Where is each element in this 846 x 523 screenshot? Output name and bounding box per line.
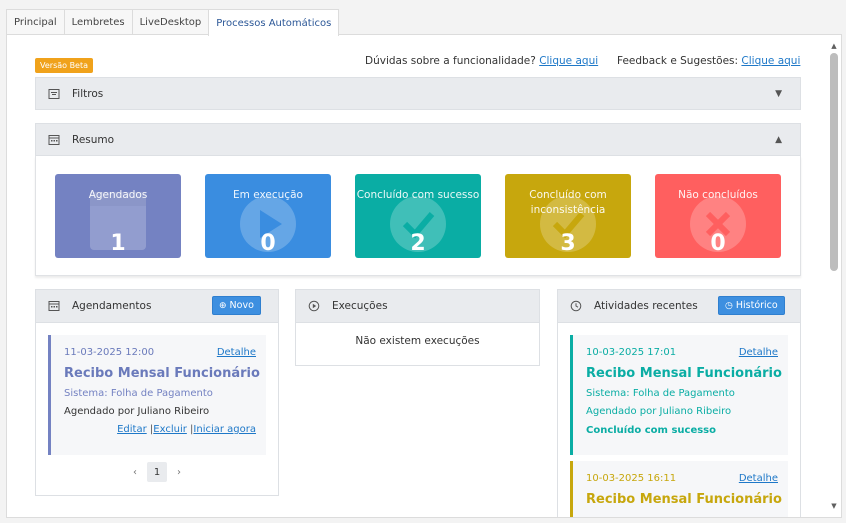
content-frame: Versão Beta Dúvidas sobre a funcionalida… — [6, 34, 842, 518]
help-feedback: Feedback e Sugestões: Clique aqui — [617, 55, 800, 67]
clock-icon: ◷ — [725, 300, 733, 311]
recent-activities-panel: Atividades recentes ◷ Histórico 10-03-20… — [557, 289, 801, 517]
activity-system: Sistema: Folha de Pagamento — [586, 388, 735, 399]
summary-card-label: Concluído com sucesso — [356, 189, 480, 201]
activity-title: Recibo Mensal Funcionário — [586, 492, 782, 507]
help-feedback-text: Feedback e Sugestões: — [617, 55, 739, 67]
activity-item: 10-03-2025 16:11 Detalhe Recibo Mensal F… — [570, 461, 788, 517]
edit-link[interactable]: Editar — [117, 424, 147, 435]
chevron-right-icon[interactable]: › — [177, 467, 181, 478]
scrollbar-thumb[interactable] — [830, 53, 838, 271]
summary-card-not-completed[interactable]: Não concluídos 0 — [655, 174, 781, 258]
delete-link[interactable]: Excluir — [153, 424, 187, 435]
activity-item: 10-03-2025 17:01 Detalhe Recibo Mensal F… — [570, 335, 788, 455]
summary-card-label: Não concluídos — [678, 189, 758, 201]
schedule-item: 11-03-2025 12:00 Detalhe Recibo Mensal F… — [48, 335, 266, 455]
history-label: Histórico — [735, 300, 778, 311]
activity-detail-link[interactable]: Detalhe — [739, 473, 778, 484]
history-button[interactable]: ◷ Histórico — [718, 296, 785, 315]
help-doubts-link[interactable]: Clique aqui — [539, 55, 598, 67]
summary-card-inconsistency[interactable]: Concluído com inconsistência 3 — [505, 174, 631, 258]
summary-card-success[interactable]: Concluído com sucesso 2 — [355, 174, 481, 258]
recent-activities-title: Atividades recentes — [594, 300, 698, 312]
clock-icon — [570, 300, 582, 312]
summary-card-value: 3 — [560, 231, 576, 256]
summary-card-running[interactable]: Em execução 0 — [205, 174, 331, 258]
executions-panel: Execuções Não existem execuções — [295, 289, 540, 366]
schedules-title: Agendamentos — [72, 300, 152, 312]
summary-card-label: Em execução — [233, 189, 303, 201]
help-feedback-link[interactable]: Clique aqui — [741, 55, 800, 67]
scroll-down-icon[interactable]: ▼ — [827, 499, 841, 513]
summary-card-label: Concluído com inconsistência — [529, 189, 607, 216]
filter-icon — [48, 88, 60, 99]
activity-title: Recibo Mensal Funcionário — [586, 366, 782, 381]
vertical-scrollbar[interactable]: ▲ ▼ — [827, 35, 841, 517]
help-doubts: Dúvidas sobre a funcionalidade? Clique a… — [365, 55, 598, 67]
schedule-scheduled-by: Agendado por Juliano Ribeiro — [64, 406, 210, 417]
summary-card-label: Agendados — [88, 189, 148, 201]
executions-empty-message: Não existem execuções — [355, 335, 480, 347]
schedule-system: Sistema: Folha de Pagamento — [64, 388, 213, 399]
summary-body: Agendados 1 Em execução 0 Concluído com … — [35, 156, 801, 276]
beta-badge: Versão Beta — [35, 58, 94, 73]
pagination: ‹ 1 › — [36, 462, 278, 482]
caret-up-icon[interactable]: ▲ — [775, 135, 782, 145]
plus-circle-icon: ⊕ — [219, 300, 227, 311]
summary-card-value: 0 — [710, 231, 726, 256]
tab-processos-automaticos[interactable]: Processos Automáticos — [208, 9, 340, 36]
calendar-icon — [48, 301, 60, 311]
schedule-date: 11-03-2025 12:00 — [64, 347, 155, 358]
tab-bar: Principal Lembretes LiveDesktop Processo… — [6, 9, 340, 36]
summary-card-value: 2 — [410, 231, 426, 256]
summary-card-value: 0 — [260, 231, 276, 256]
summary-card-scheduled[interactable]: Agendados 1 — [55, 174, 181, 258]
summary-card-value: 1 — [110, 231, 126, 256]
summary-title: Resumo — [72, 133, 115, 146]
chevron-left-icon[interactable]: ‹ — [133, 467, 137, 478]
caret-down-icon[interactable]: ▼ — [775, 89, 782, 99]
activity-scheduled-by: Agendado por Juliano Ribeiro — [586, 406, 732, 417]
new-schedule-label: Novo — [229, 300, 254, 311]
schedule-title: Recibo Mensal Funcionário — [64, 366, 260, 381]
page-number[interactable]: 1 — [147, 462, 167, 482]
new-schedule-button[interactable]: ⊕ Novo — [212, 296, 261, 315]
tab-lembretes[interactable]: Lembretes — [63, 9, 133, 34]
tab-principal[interactable]: Principal — [6, 9, 65, 34]
activity-status: Concluído com sucesso — [586, 425, 716, 436]
schedule-actions: Editar |Excluir |Iniciar agora — [117, 424, 256, 435]
tab-livedesktop[interactable]: LiveDesktop — [131, 9, 210, 34]
summary-panel-header[interactable]: Resumo ▲ — [35, 123, 801, 156]
schedules-panel: Agendamentos ⊕ Novo 11-03-2025 12:00 Det… — [35, 289, 279, 496]
schedule-detail-link[interactable]: Detalhe — [217, 347, 256, 358]
recent-activities-header: Atividades recentes ◷ Histórico — [558, 290, 800, 323]
play-circle-icon — [308, 300, 320, 312]
filters-title: Filtros — [72, 87, 104, 100]
calendar-icon — [48, 134, 60, 145]
activity-date: 10-03-2025 17:01 — [586, 347, 677, 358]
scroll-up-icon[interactable]: ▲ — [827, 39, 841, 53]
start-now-link[interactable]: Iniciar agora — [193, 424, 256, 435]
help-doubts-text: Dúvidas sobre a funcionalidade? — [365, 55, 536, 67]
executions-title: Execuções — [332, 300, 388, 312]
filters-panel-header[interactable]: Filtros ▼ — [35, 77, 801, 110]
executions-panel-header: Execuções — [296, 290, 539, 323]
schedules-panel-header: Agendamentos ⊕ Novo — [36, 290, 278, 323]
activity-detail-link[interactable]: Detalhe — [739, 347, 778, 358]
activity-date: 10-03-2025 16:11 — [586, 473, 677, 484]
